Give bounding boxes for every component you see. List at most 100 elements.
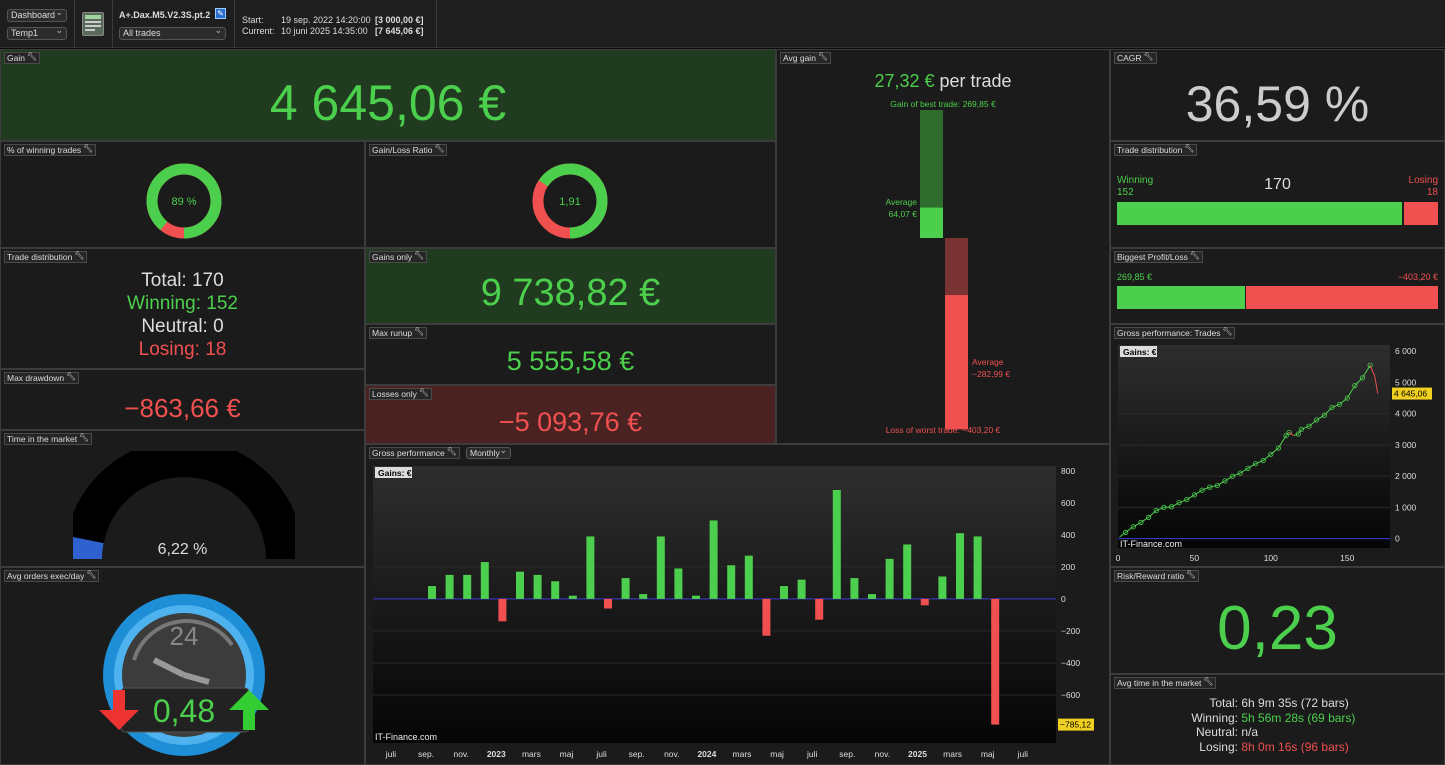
wrench-icon[interactable]: 🔧︎	[86, 570, 96, 580]
cagr-title[interactable]: CAGR 🔧︎	[1114, 52, 1157, 64]
biggest-profit-label: 269,85 €	[1117, 272, 1153, 282]
x-tick-label: 100	[1264, 553, 1278, 563]
wrench-icon[interactable]: 🔧︎	[1222, 327, 1232, 337]
bar	[973, 536, 982, 599]
gains-only-title-text: Gains only	[372, 252, 413, 262]
avg-gain-title[interactable]: Avg gain 🔧︎	[780, 52, 831, 64]
wrench-icon[interactable]: 🔧︎	[1190, 251, 1200, 261]
x-tick-label: sep.	[839, 749, 855, 759]
x-tick-label: 0	[1116, 553, 1121, 563]
bar	[868, 594, 876, 599]
max-drawdown-title[interactable]: Max drawdown 🔧︎	[4, 372, 80, 384]
losing-legend: Losing 18	[1409, 175, 1438, 199]
bar	[815, 598, 824, 620]
x-tick-label: juli	[595, 749, 607, 759]
bar	[885, 558, 894, 599]
bar	[744, 555, 753, 599]
period-select[interactable]: Monthly	[466, 445, 511, 459]
x-tick-label: maj	[981, 749, 995, 759]
y-tick-label: −600	[1061, 690, 1080, 700]
trade-distribution-bar-title[interactable]: Trade distribution 🔧︎	[1114, 144, 1198, 156]
avg-time-neutral-label: Neutral:	[1195, 725, 1238, 739]
x-tick-label: nov.	[664, 749, 679, 759]
y-tick-label: 400	[1061, 530, 1075, 540]
bar	[780, 586, 788, 599]
avg-loss-bar	[945, 295, 968, 430]
wrench-icon[interactable]: 🔧︎	[83, 144, 93, 154]
strategy-app-icon[interactable]	[82, 12, 104, 36]
x-tick-label: 2025	[908, 749, 927, 759]
avg-gain-title-text: Avg gain	[783, 53, 816, 63]
trades-filter-select[interactable]: All trades	[119, 25, 226, 40]
gains-only-value: 9 738,82 €	[480, 272, 661, 314]
wrench-icon[interactable]: 🔧︎	[27, 52, 37, 62]
trade-distribution-total: 170	[1264, 176, 1291, 193]
gain-loss-ratio-title[interactable]: Gain/Loss Ratio 🔧︎	[369, 144, 448, 156]
watermark: IT-Finance.com	[1120, 539, 1182, 549]
gross-performance-trades-chart[interactable]: 0 1 000 2 000 3 000 4 000 5 000 6 000 0 50 100 150…	[1111, 343, 1444, 566]
wrench-icon[interactable]: 🔧︎	[1184, 144, 1194, 154]
y-tick-label: 0	[1395, 534, 1400, 544]
risk-reward-title[interactable]: Risk/Reward ratio 🔧︎	[1114, 570, 1200, 582]
gross-performance-chart[interactable]: 800 600 400 200 0 −200 −400 −600 −785,12 juli sep.…	[366, 463, 1109, 764]
wrench-icon[interactable]: 🔧︎	[74, 251, 84, 261]
gross-performance-trades-title[interactable]: Gross performance: Trades 🔧︎	[1114, 327, 1236, 339]
template-select[interactable]: Temp1	[7, 25, 67, 40]
gain-title[interactable]: Gain 🔧︎	[4, 52, 40, 64]
bar	[480, 562, 489, 599]
trade-distribution-title[interactable]: Trade distribution 🔧︎	[4, 251, 88, 263]
gross-performance-title[interactable]: Gross performance 🔧︎	[369, 447, 460, 459]
bar	[498, 598, 507, 622]
wrench-icon[interactable]: 🔧︎	[419, 388, 429, 398]
time-in-market-title[interactable]: Time in the market 🔧︎	[4, 433, 93, 445]
bar	[692, 595, 700, 599]
wrench-icon[interactable]: 🔧︎	[818, 52, 828, 62]
bar	[727, 565, 736, 599]
wrench-icon[interactable]: 🔧︎	[1203, 677, 1213, 687]
gross-performance-trades-panel: Gross performance: Trades 🔧︎ 0 1 000 2 000 3…	[1110, 324, 1445, 567]
winning-trades: Winning: 152	[127, 293, 238, 314]
losses-only-title[interactable]: Losses only 🔧︎	[369, 388, 432, 400]
risk-reward-panel: Risk/Reward ratio 🔧︎ 0,23	[1110, 567, 1445, 674]
winning-pct-panel: % of winning trades 🔧︎ 89 %	[0, 141, 365, 248]
y-tick-label: 2 000	[1395, 471, 1417, 481]
biggest-profit-bar	[1117, 286, 1245, 309]
gains-only-title[interactable]: Gains only 🔧︎	[369, 251, 428, 263]
wrench-icon[interactable]: 🔧︎	[66, 372, 76, 382]
clock-label: 24	[170, 621, 199, 651]
plot-area	[373, 466, 1056, 743]
start-label: Start:	[242, 15, 264, 25]
wrench-icon[interactable]: 🔧︎	[1143, 52, 1153, 62]
wrench-icon[interactable]: 🔧︎	[79, 433, 89, 443]
toolbar: Dashboard Temp1 A+.Dax.M5.V2.3S.pt.2 ✎ A…	[0, 0, 1445, 48]
winning-pct-title[interactable]: % of winning trades 🔧︎	[4, 144, 97, 156]
total-trades: Total: 170	[141, 270, 224, 291]
max-runup-title-text: Max runup	[372, 328, 413, 338]
edit-icon[interactable]: ✎	[215, 8, 226, 19]
x-tick-label: 2024	[697, 749, 716, 759]
avg-gain-value: 27,32 €	[874, 71, 935, 91]
wrench-icon[interactable]: 🔧︎	[434, 144, 444, 154]
avg-time-title[interactable]: Avg time in the market 🔧︎	[1114, 677, 1217, 689]
max-drawdown-panel: Max drawdown 🔧︎ −863,66 €	[0, 369, 365, 430]
dashboard-select[interactable]: Dashboard	[7, 7, 67, 22]
bar	[463, 574, 472, 599]
y-tick-label: 3 000	[1395, 440, 1417, 450]
max-runup-title[interactable]: Max runup 🔧︎	[369, 327, 428, 339]
winning-pct-label: 89 %	[171, 196, 196, 208]
biggest-profit-loss-title[interactable]: Biggest Profit/Loss 🔧︎	[1114, 251, 1203, 263]
avg-orders-title[interactable]: Avg orders exec/day 🔧︎	[4, 570, 100, 582]
avg-time-table: Total: 6h 9m 35s (72 bars) Winning: 5h 5…	[1111, 696, 1444, 754]
avg-gain-panel: Avg gain 🔧︎ 27,32 € per trade Gain of bes…	[776, 49, 1110, 444]
risk-reward-value: 0,23	[1217, 594, 1338, 663]
x-tick-label: juli	[385, 749, 397, 759]
x-tick-label: 2023	[487, 749, 506, 759]
x-tick-label: 150	[1340, 553, 1354, 563]
wrench-icon[interactable]: 🔧︎	[1186, 570, 1196, 580]
wrench-icon[interactable]: 🔧︎	[414, 327, 424, 337]
wrench-icon[interactable]: 🔧︎	[447, 447, 457, 457]
x-tick-label: juli	[1017, 749, 1029, 759]
strategy-name: A+.Dax.M5.V2.3S.pt.2	[119, 10, 211, 20]
wrench-icon[interactable]: 🔧︎	[414, 251, 424, 261]
gain-panel: Gain 🔧︎ 4 645,06 €	[0, 49, 776, 141]
